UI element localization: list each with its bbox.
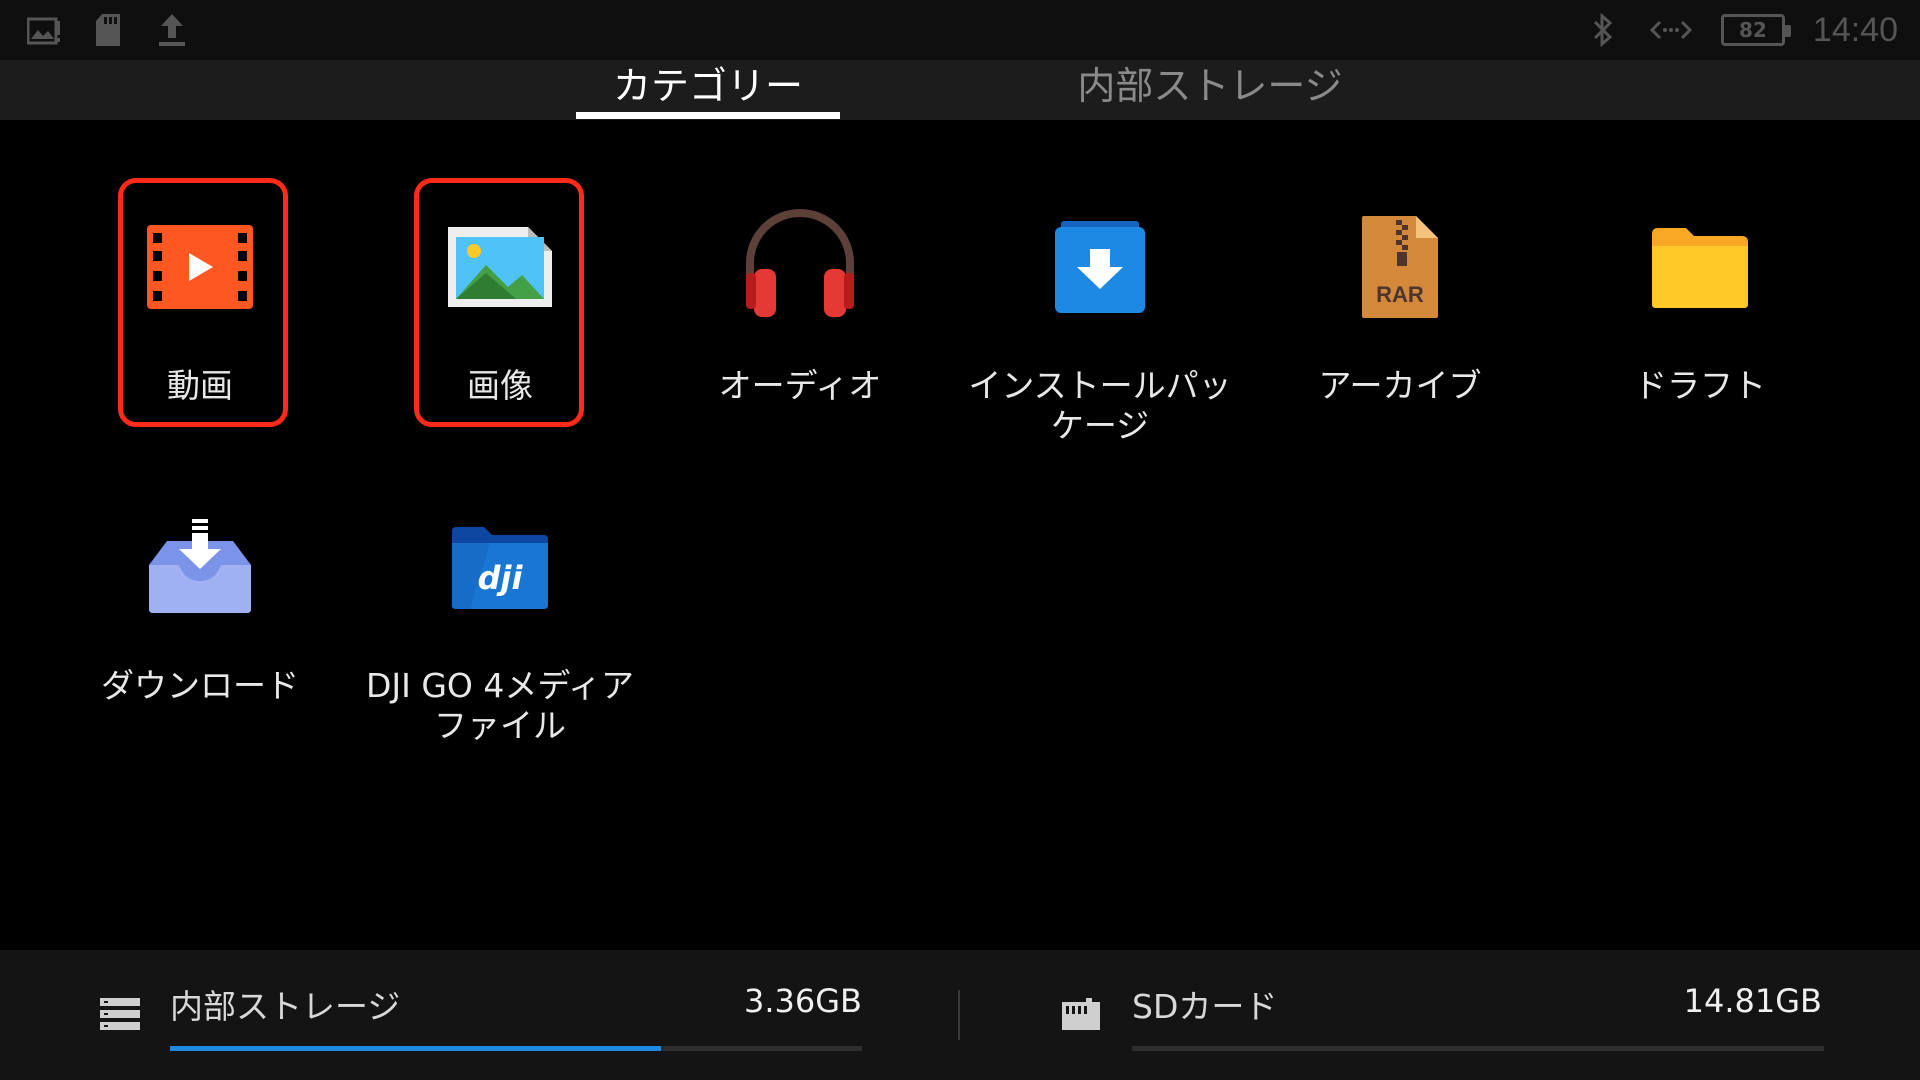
label-line-1: DJI GO 4メディア bbox=[365, 666, 635, 705]
category-label: ドラフト bbox=[1634, 366, 1766, 405]
image-icon bbox=[360, 192, 640, 342]
category-video[interactable]: 動画 bbox=[60, 192, 340, 406]
sd-card-label: SDカード bbox=[1132, 987, 1278, 1026]
category-audio[interactable]: オーディオ bbox=[660, 192, 940, 406]
dji-logo-text: dji bbox=[478, 559, 524, 597]
category-label: インストールパッ ケージ bbox=[960, 366, 1240, 446]
sd-card-value: 14.81GB bbox=[1683, 982, 1822, 1020]
rar-archive-icon: RAR bbox=[1260, 192, 1540, 342]
sd-card-progress bbox=[1132, 1046, 1824, 1051]
category-label: DJI GO 4メディア ファイル bbox=[360, 666, 640, 746]
video-icon bbox=[60, 192, 340, 342]
category-images[interactable]: 画像 bbox=[360, 192, 640, 406]
divider bbox=[958, 990, 960, 1040]
sd-card-icon bbox=[1062, 998, 1102, 1038]
internal-storage-summary[interactable]: 内部ストレージ 3.36GB bbox=[0, 950, 958, 1080]
clock: 14:40 bbox=[1812, 10, 1898, 49]
storage-icon bbox=[100, 998, 140, 1038]
category-dji-go4-media[interactable]: dji DJI GO 4メディア ファイル bbox=[360, 492, 640, 746]
category-install-packages[interactable]: インストールパッ ケージ bbox=[960, 192, 1240, 446]
storage-summary-bar: 内部ストレージ 3.36GB SDカード 14.81GB bbox=[0, 950, 1920, 1080]
status-bar: 82 14:40 bbox=[0, 0, 1920, 60]
folder-icon bbox=[1560, 192, 1840, 342]
internal-storage-progress bbox=[170, 1046, 862, 1051]
tab-bar bbox=[0, 60, 1920, 120]
battery-indicator: 82 bbox=[1720, 14, 1791, 46]
download-tray-icon bbox=[60, 492, 340, 642]
internal-storage-label: 内部ストレージ bbox=[170, 987, 401, 1026]
category-label: オーディオ bbox=[718, 366, 882, 405]
label-line-2: ファイル bbox=[434, 706, 566, 745]
category-label: ダウンロード bbox=[101, 666, 299, 705]
category-drafts[interactable]: ドラフト bbox=[1560, 192, 1840, 406]
rar-text: RAR bbox=[1376, 282, 1424, 307]
active-tab-indicator bbox=[576, 112, 840, 119]
category-label: アーカイブ bbox=[1318, 366, 1482, 405]
headphones-icon bbox=[660, 192, 940, 342]
category-label: 画像 bbox=[467, 366, 533, 405]
category-archives[interactable]: RAR アーカイブ bbox=[1260, 192, 1540, 406]
dji-folder-icon: dji bbox=[360, 492, 640, 642]
label-line-2: ケージ bbox=[1050, 406, 1150, 445]
internal-storage-value: 3.36GB bbox=[744, 982, 862, 1020]
sd-card-icon bbox=[90, 8, 126, 52]
tab-internal-storage[interactable]: 内部ストレージ bbox=[1060, 56, 1360, 116]
category-label: 動画 bbox=[167, 366, 233, 405]
tab-categories[interactable]: カテゴリー bbox=[576, 56, 840, 116]
sd-card-summary[interactable]: SDカード 14.81GB bbox=[962, 950, 1920, 1080]
link-arrows-icon bbox=[1649, 8, 1693, 52]
photo-alert-icon bbox=[26, 8, 62, 52]
label-line-1: インストールパッ bbox=[968, 366, 1232, 405]
internal-storage-progress-fill bbox=[170, 1046, 662, 1051]
category-downloads[interactable]: ダウンロード bbox=[60, 492, 340, 706]
bluetooth-icon bbox=[1585, 8, 1621, 52]
install-package-icon bbox=[960, 192, 1240, 342]
upload-icon bbox=[154, 8, 190, 52]
